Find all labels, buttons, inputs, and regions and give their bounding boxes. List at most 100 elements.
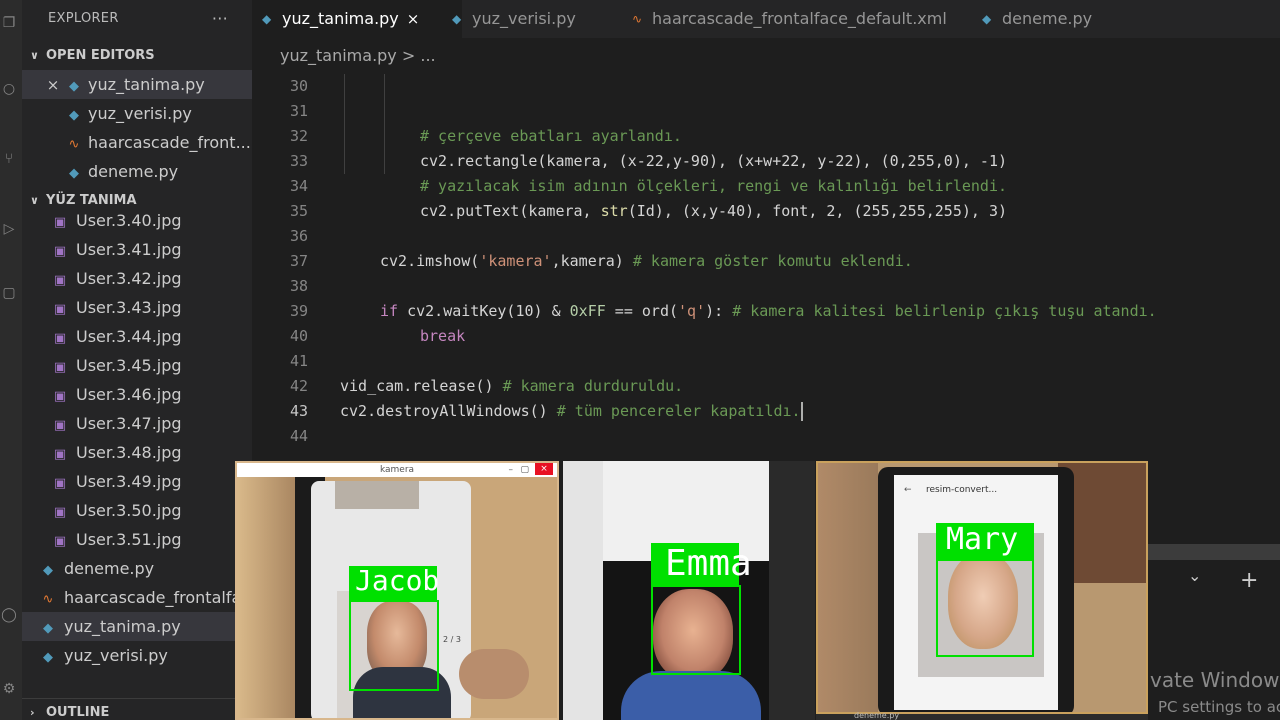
breadcrumb-file[interactable]: yuz_tanima.py <box>280 46 397 65</box>
file-tree-item[interactable]: ▣ User.3.51.jpg <box>22 525 252 554</box>
xml-file-icon: ∿ <box>42 592 54 607</box>
tab-label: yuz_tanima.py <box>282 9 399 28</box>
img-file-icon: ▣ <box>53 331 67 346</box>
face-box <box>651 585 741 675</box>
close-icon[interactable]: × <box>535 463 553 475</box>
file-tree-item[interactable]: ▣ User.3.45.jpg <box>22 351 252 380</box>
file-tree-item[interactable]: ◆ yuz_tanima.py <box>22 612 252 641</box>
settings-gear-icon[interactable]: ⚙ <box>0 680 18 698</box>
code-line[interactable]: 39 if cv2.waitKey(10) & 0xFF == ord('q'):… <box>252 299 1280 324</box>
taskbar-item[interactable]: deneme.py <box>854 711 899 720</box>
file-tree-item[interactable]: ▣ User.3.43.jpg <box>22 293 252 322</box>
code-line[interactable]: 36 <box>252 224 1280 249</box>
code-token: cv2.rectangle(kamera, (x-22,y-90), (x+w+… <box>420 152 1007 170</box>
name-label: Jacob <box>355 564 440 597</box>
chevron-down-icon[interactable]: ⌄ <box>1188 566 1201 585</box>
activity-bar: ❐ ○ ⑂ ▷ ▢ ◯ ⚙ <box>0 0 22 720</box>
extensions-icon[interactable]: ▢ <box>0 284 18 302</box>
file-tree-label: User.3.49.jpg <box>76 472 182 491</box>
minimize-icon[interactable]: – <box>509 463 514 477</box>
chevron-down-icon: ∨ <box>30 49 39 62</box>
maximize-icon[interactable]: ▢ <box>520 463 529 477</box>
source-control-icon[interactable]: ⑂ <box>0 150 18 168</box>
name-label-bar: Jacob <box>349 564 440 600</box>
phone-app-title: resim-convert... <box>926 485 998 495</box>
open-editor-label: yuz_verisi.py <box>88 104 192 123</box>
open-editor-item[interactable]: ◆ deneme.py <box>22 157 252 186</box>
img-file-icon: ▣ <box>53 302 67 317</box>
breadcrumb-rest[interactable]: ... <box>420 46 435 65</box>
camera-window-jacob[interactable]: kamera × ▢ – 2 / 3 Jacob <box>235 461 559 720</box>
file-tree-label: User.3.50.jpg <box>76 501 182 520</box>
py-file-icon: ◆ <box>982 12 992 26</box>
close-icon[interactable]: × <box>42 71 64 99</box>
code-line[interactable]: 43 cv2.destroyAllWindows() # tüm pencerel… <box>252 399 1280 424</box>
account-icon[interactable]: ◯ <box>0 606 18 624</box>
file-tree-label: User.3.46.jpg <box>76 385 182 404</box>
code-line[interactable]: 35 cv2.putText(kamera, str(Id), (x,y-40),… <box>252 199 1280 224</box>
file-tree-item[interactable]: ▣ User.3.47.jpg <box>22 409 252 438</box>
open-editors-section[interactable]: ∨ OPEN EDITORS <box>22 42 252 70</box>
tab-deneme-py[interactable]: ◆ deneme.py <box>972 0 1142 38</box>
code-text: cv2.destroyAllWindows() # tüm pencereler… <box>340 399 803 424</box>
open-editor-item[interactable]: ∿ haarcascade_front... <box>22 128 252 157</box>
file-tree-label: haarcascade_frontalface <box>64 588 252 607</box>
code-line[interactable]: 41 <box>252 349 1280 374</box>
open-editor-item[interactable]: × ◆ yuz_tanima.py <box>22 70 252 99</box>
code-line[interactable]: 42 vid_cam.release() # kamera durduruldu. <box>252 374 1280 399</box>
camera-window-emma[interactable]: Emma <box>563 461 815 720</box>
file-tree-item[interactable]: ◆ deneme.py <box>22 554 252 583</box>
img-file-icon: ▣ <box>53 360 67 375</box>
img-file-icon: ▣ <box>53 389 67 404</box>
files-icon[interactable]: ❐ <box>0 14 18 32</box>
open-editor-label: deneme.py <box>88 162 179 181</box>
code-line[interactable]: 31 <box>252 99 1280 124</box>
file-tree-item[interactable]: ◆ yuz_verisi.py <box>22 641 252 670</box>
close-icon[interactable]: × <box>407 10 420 28</box>
line-number: 41 <box>289 352 308 370</box>
code-line[interactable]: 37 cv2.imshow('kamera',kamera) # kamera g… <box>252 249 1280 274</box>
tab-yuz-tanima-py[interactable]: ◆ yuz_tanima.py × <box>252 0 462 38</box>
file-tree-item[interactable]: ▣ User.3.42.jpg <box>22 264 252 293</box>
file-tree-item[interactable]: ▣ User.3.46.jpg <box>22 380 252 409</box>
code-line[interactable]: 34 # yazılacak isim adının ölçekleri, ren… <box>252 174 1280 199</box>
name-label-bar: Emma <box>651 543 752 585</box>
code-line[interactable]: 44 <box>252 424 1280 449</box>
file-tree-item[interactable]: ▣ User.3.44.jpg <box>22 322 252 351</box>
tab-yuz-verisi-py[interactable]: ◆ yuz_verisi.py <box>442 0 642 38</box>
code-line[interactable]: 38 <box>252 274 1280 299</box>
line-number: 35 <box>289 202 308 220</box>
code-token: == ord( <box>605 302 679 320</box>
file-tree-label: User.3.47.jpg <box>76 414 182 433</box>
code-line[interactable]: 33 cv2.rectangle(kamera, (x-22,y-90), (x+… <box>252 149 1280 174</box>
file-tree-label: yuz_verisi.py <box>64 646 168 665</box>
file-tree-item[interactable]: ∿ haarcascade_frontalface <box>22 583 252 612</box>
code-line[interactable]: 30 <box>252 74 1280 99</box>
code-editor[interactable]: 30 31 32 # çerçeve ebatları ayarlandı. 33 cv2… <box>252 74 1280 464</box>
file-tree-label: User.3.51.jpg <box>76 530 182 549</box>
new-terminal-plus-icon[interactable]: + <box>1240 568 1258 593</box>
code-line[interactable]: 32 # çerçeve ebatları ayarlandı. <box>252 124 1280 149</box>
outline-section[interactable]: › OUTLINE <box>22 698 252 720</box>
search-icon[interactable]: ○ <box>0 80 18 98</box>
code-text: vid_cam.release() # kamera durduruldu. <box>340 374 683 399</box>
tab-haarcascade-frontalface-default-xml[interactable]: ∿ haarcascade_frontalface_default.xml <box>622 0 982 38</box>
file-tree-item[interactable]: ▣ User.3.50.jpg <box>22 496 252 525</box>
file-tree-item[interactable]: ▣ User.3.48.jpg <box>22 438 252 467</box>
file-tree-item[interactable]: ▣ User.3.40.jpg <box>22 206 252 235</box>
open-editor-item[interactable]: ◆ yuz_verisi.py <box>22 99 252 128</box>
code-token: ): <box>705 302 733 320</box>
file-tree-item[interactable]: ▣ User.3.41.jpg <box>22 235 252 264</box>
code-token: # tüm pencereler kapatıldı. <box>556 402 801 420</box>
open-editor-label: yuz_tanima.py <box>88 75 205 94</box>
file-tree-label: User.3.42.jpg <box>76 269 182 288</box>
code-token: (Id), (x,y-40), font, 2, (255,255,255), … <box>627 202 1008 220</box>
run-icon[interactable]: ▷ <box>0 220 18 238</box>
editor-tabs: ◆ yuz_tanima.py × ◆ yuz_verisi.py ∿ haarcascad… <box>252 0 1280 38</box>
line-number: 38 <box>289 277 308 295</box>
code-token: vid_cam.release() <box>340 377 503 395</box>
more-actions-icon[interactable]: ··· <box>212 0 228 38</box>
code-line[interactable]: 40 break <box>252 324 1280 349</box>
file-tree-item[interactable]: ▣ User.3.49.jpg <box>22 467 252 496</box>
camera-window-mary[interactable]: ← resim-convert... Mary <box>816 461 1148 714</box>
